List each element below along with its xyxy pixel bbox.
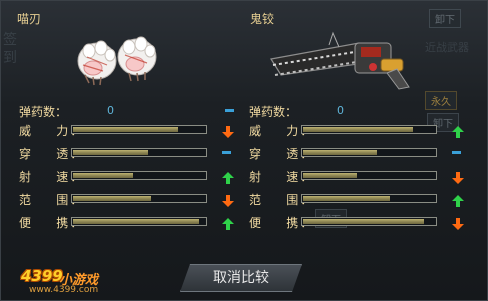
left-stat-bar — [71, 125, 207, 134]
right-stat-bar — [301, 194, 437, 203]
left-stat-bar — [71, 148, 207, 157]
right-stat-bar-fill — [303, 173, 357, 178]
trend-down-icon — [222, 123, 234, 138]
right-ammo-value: 0 — [337, 104, 344, 117]
left-stat-bar — [71, 217, 207, 226]
right-stat-bar — [301, 148, 437, 157]
right-stat-bar-fill — [303, 150, 377, 155]
right-ammo-label: 弹药数： — [249, 105, 298, 119]
left-stat-bar-fill — [73, 150, 148, 155]
melee-weapon-label: 近战武器 — [425, 41, 469, 54]
right-weapon-name: 鬼铰 — [250, 12, 275, 26]
left-stat-bar-fill — [73, 173, 133, 178]
left-stat-bar — [71, 194, 207, 203]
right-stat-bar — [301, 217, 437, 226]
trend-down-icon — [222, 192, 234, 207]
trend-up-icon — [222, 169, 234, 184]
left-ammo-same-icon — [225, 109, 234, 112]
trend-up-icon — [222, 215, 234, 230]
left-stat-bar — [71, 171, 207, 180]
left-weapon-name: 喵刃 — [17, 12, 42, 26]
right-stat-bar-fill — [303, 219, 424, 224]
compare-panel: 签 到 卸下 近战武器 永久 卸下 卸下 喵刃 鬼铰 — [0, 0, 488, 301]
left-ammo-label: 弹药数： — [19, 105, 68, 119]
left-stat-bar-fill — [73, 127, 178, 132]
trend-same-icon — [452, 146, 464, 158]
side-label-2: 到 — [3, 50, 17, 66]
cancel-compare-button[interactable]: 取消比较 — [180, 264, 302, 292]
site-logo: 4399 小游戏 www.4399.com — [7, 267, 117, 297]
side-label-1: 签 — [3, 32, 17, 48]
left-stat-bar-fill — [73, 196, 151, 201]
unload-button-top[interactable]: 卸下 — [429, 9, 461, 28]
trend-up-icon — [452, 123, 464, 138]
left-ammo-value: 0 — [107, 104, 114, 117]
permanent-badge: 永久 — [425, 91, 457, 110]
left-stat-bar-fill — [73, 219, 199, 224]
right-stat-bar — [301, 125, 437, 134]
cat-paw-gloves-image — [77, 36, 157, 86]
trend-up-icon — [452, 192, 464, 207]
trend-down-icon — [452, 215, 464, 230]
trend-down-icon — [452, 169, 464, 184]
chainsaw-weapon-image — [270, 31, 410, 90]
right-stat-bar-fill — [303, 196, 390, 201]
trend-same-icon — [222, 146, 234, 158]
right-stat-bar — [301, 171, 437, 180]
right-stat-bar-fill — [303, 127, 413, 132]
logo-number: 4399 — [21, 267, 63, 285]
logo-url: www.4399.com — [29, 285, 99, 295]
